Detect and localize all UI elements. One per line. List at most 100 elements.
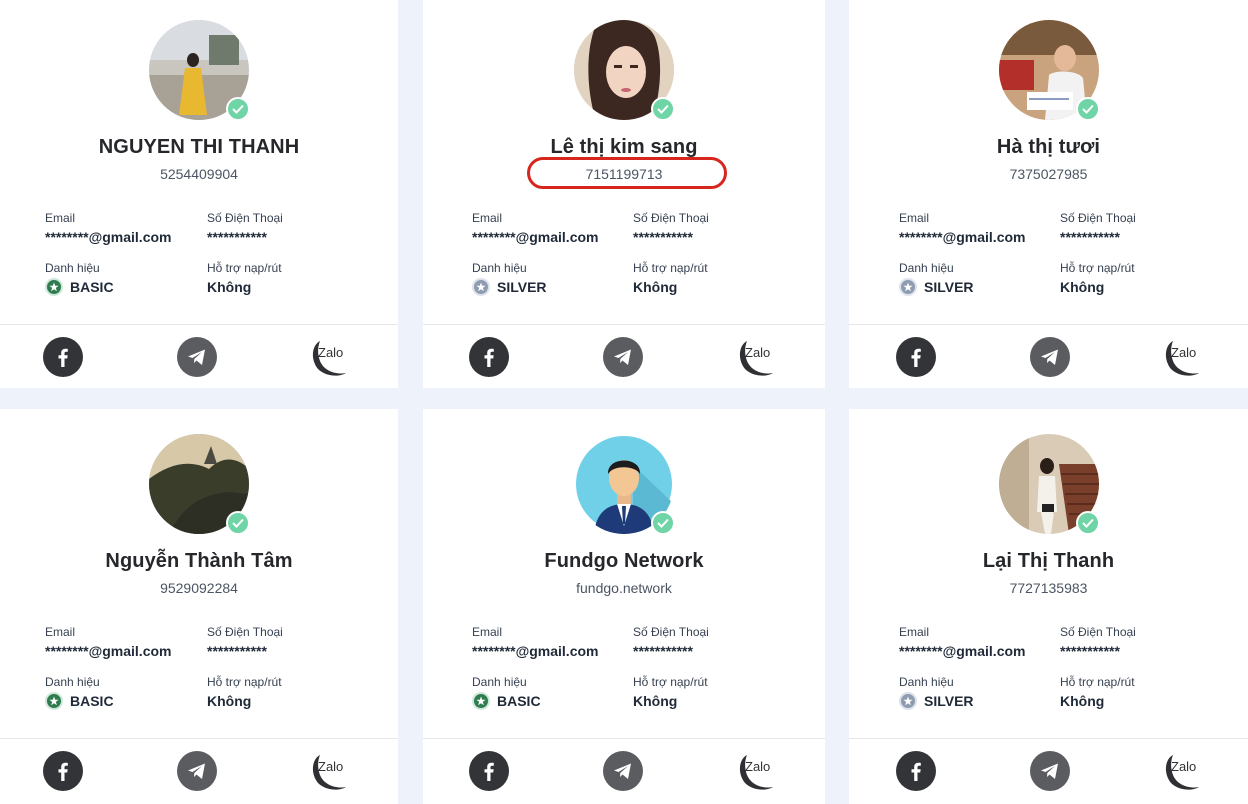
member-id: 7151199713: [585, 166, 663, 182]
member-name: Lại Thị Thanh: [982, 550, 1115, 572]
email-value: ********@gmail.com: [899, 229, 1026, 245]
phone-label: Số Điện Thoại: [633, 211, 709, 225]
email-value: ********@gmail.com: [45, 229, 172, 245]
avatar[interactable]: [998, 20, 1100, 121]
rank-star-icon: [899, 278, 917, 296]
rank-value: SILVER: [924, 279, 974, 295]
email-label: Email: [45, 211, 76, 225]
zalo-label: Zalo: [745, 345, 771, 360]
zalo-icon[interactable]: Zalo: [735, 751, 785, 791]
zalo-icon[interactable]: Zalo: [735, 337, 785, 377]
rank-value: BASIC: [497, 693, 541, 709]
zalo-icon[interactable]: Zalo: [308, 337, 358, 377]
phone-value: ***********: [633, 229, 693, 245]
member-name: Fundgo Network: [544, 550, 704, 572]
phone-value: ***********: [1060, 229, 1120, 245]
verified-check-icon: [226, 511, 250, 535]
phone-label: Số Điện Thoại: [1060, 211, 1136, 225]
telegram-icon[interactable]: [177, 751, 217, 791]
phone-label: Số Điện Thoại: [633, 625, 709, 639]
facebook-icon[interactable]: [43, 337, 83, 377]
phone-label: Số Điện Thoại: [1060, 625, 1136, 639]
member-card: Lê thị kim sang 7151199713 Email *******…: [423, 0, 825, 388]
telegram-icon[interactable]: [603, 751, 643, 791]
email-value: ********@gmail.com: [899, 643, 1026, 659]
rank-star-icon: [472, 278, 490, 296]
telegram-icon[interactable]: [1030, 751, 1070, 791]
support-label: Hỗ trợ nạp/rút: [1060, 675, 1135, 689]
divider: [423, 738, 825, 739]
zalo-label: Zalo: [1171, 345, 1197, 360]
divider: [849, 738, 1248, 739]
divider: [849, 324, 1248, 325]
facebook-icon[interactable]: [896, 751, 936, 791]
phone-value: ***********: [1060, 643, 1120, 659]
facebook-icon[interactable]: [43, 751, 83, 791]
divider: [423, 324, 825, 325]
support-label: Hỗ trợ nạp/rút: [633, 675, 708, 689]
phone-label: Số Điện Thoại: [207, 211, 283, 225]
verified-check-icon: [1075, 511, 1100, 535]
rank-value: SILVER: [497, 279, 547, 295]
support-label: Hỗ trợ nạp/rút: [207, 261, 282, 275]
member-id: 7375027985: [1009, 166, 1088, 182]
verified-check-icon: [1075, 97, 1100, 121]
support-value: Không: [1060, 279, 1105, 295]
telegram-icon[interactable]: [603, 337, 643, 377]
rank-star-icon: [472, 692, 490, 710]
email-label: Email: [899, 625, 930, 639]
support-value: Không: [207, 279, 252, 295]
email-label: Email: [45, 625, 76, 639]
facebook-icon[interactable]: [469, 751, 509, 791]
facebook-icon[interactable]: [469, 337, 509, 377]
zalo-icon[interactable]: Zalo: [308, 751, 358, 791]
verified-check-icon: [226, 97, 250, 121]
phone-value: ***********: [207, 229, 267, 245]
telegram-icon[interactable]: [1030, 337, 1070, 377]
avatar[interactable]: [149, 434, 250, 535]
verified-check-icon: [651, 511, 675, 535]
verified-check-icon: [651, 97, 675, 121]
zalo-icon[interactable]: Zalo: [1161, 337, 1211, 377]
divider: [0, 324, 398, 325]
member-card: Lại Thị Thanh 7727135983 Email ********@…: [849, 409, 1248, 804]
telegram-icon[interactable]: [177, 337, 217, 377]
rank-label: Danh hiệu: [45, 261, 100, 275]
email-label: Email: [472, 211, 503, 225]
zalo-label: Zalo: [318, 345, 344, 360]
email-value: ********@gmail.com: [472, 229, 599, 245]
email-value: ********@gmail.com: [45, 643, 172, 659]
support-value: Không: [1060, 693, 1105, 709]
rank-value: BASIC: [70, 279, 114, 295]
member-id: 9529092284: [160, 580, 238, 596]
avatar[interactable]: [574, 434, 675, 535]
facebook-icon[interactable]: [896, 337, 936, 377]
member-card: Hà thị tươi 7375027985 Email ********@gm…: [849, 0, 1248, 388]
email-label: Email: [899, 211, 930, 225]
zalo-label: Zalo: [1171, 759, 1197, 774]
member-card: Nguyễn Thành Tâm 9529092284 Email ******…: [0, 409, 398, 804]
rank-star-icon: [45, 692, 63, 710]
member-name: NGUYEN THI THANH: [98, 136, 300, 158]
member-id: 5254409904: [160, 166, 238, 182]
member-name: Nguyễn Thành Tâm: [105, 550, 293, 572]
phone-value: ***********: [207, 643, 267, 659]
avatar[interactable]: [998, 434, 1100, 535]
rank-label: Danh hiệu: [472, 675, 527, 689]
phone-value: ***********: [633, 643, 693, 659]
avatar[interactable]: [574, 20, 675, 121]
email-label: Email: [472, 625, 503, 639]
support-value: Không: [633, 693, 678, 709]
zalo-label: Zalo: [745, 759, 771, 774]
support-value: Không: [207, 693, 252, 709]
zalo-icon[interactable]: Zalo: [1161, 751, 1211, 791]
member-name: Hà thị tươi: [996, 136, 1101, 158]
rank-value: BASIC: [70, 693, 114, 709]
divider: [0, 738, 398, 739]
rank-label: Danh hiệu: [472, 261, 527, 275]
phone-label: Số Điện Thoại: [207, 625, 283, 639]
support-label: Hỗ trợ nạp/rút: [1060, 261, 1135, 275]
avatar[interactable]: [149, 20, 250, 121]
member-card: NGUYEN THI THANH 5254409904 Email ******…: [0, 0, 398, 388]
rank-star-icon: [45, 278, 63, 296]
